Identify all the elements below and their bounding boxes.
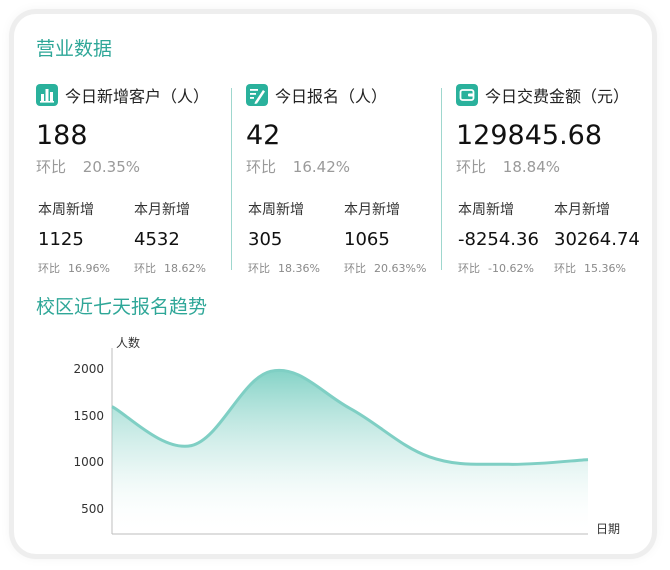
series-area <box>112 370 588 534</box>
trend-area-chart <box>111 348 589 535</box>
